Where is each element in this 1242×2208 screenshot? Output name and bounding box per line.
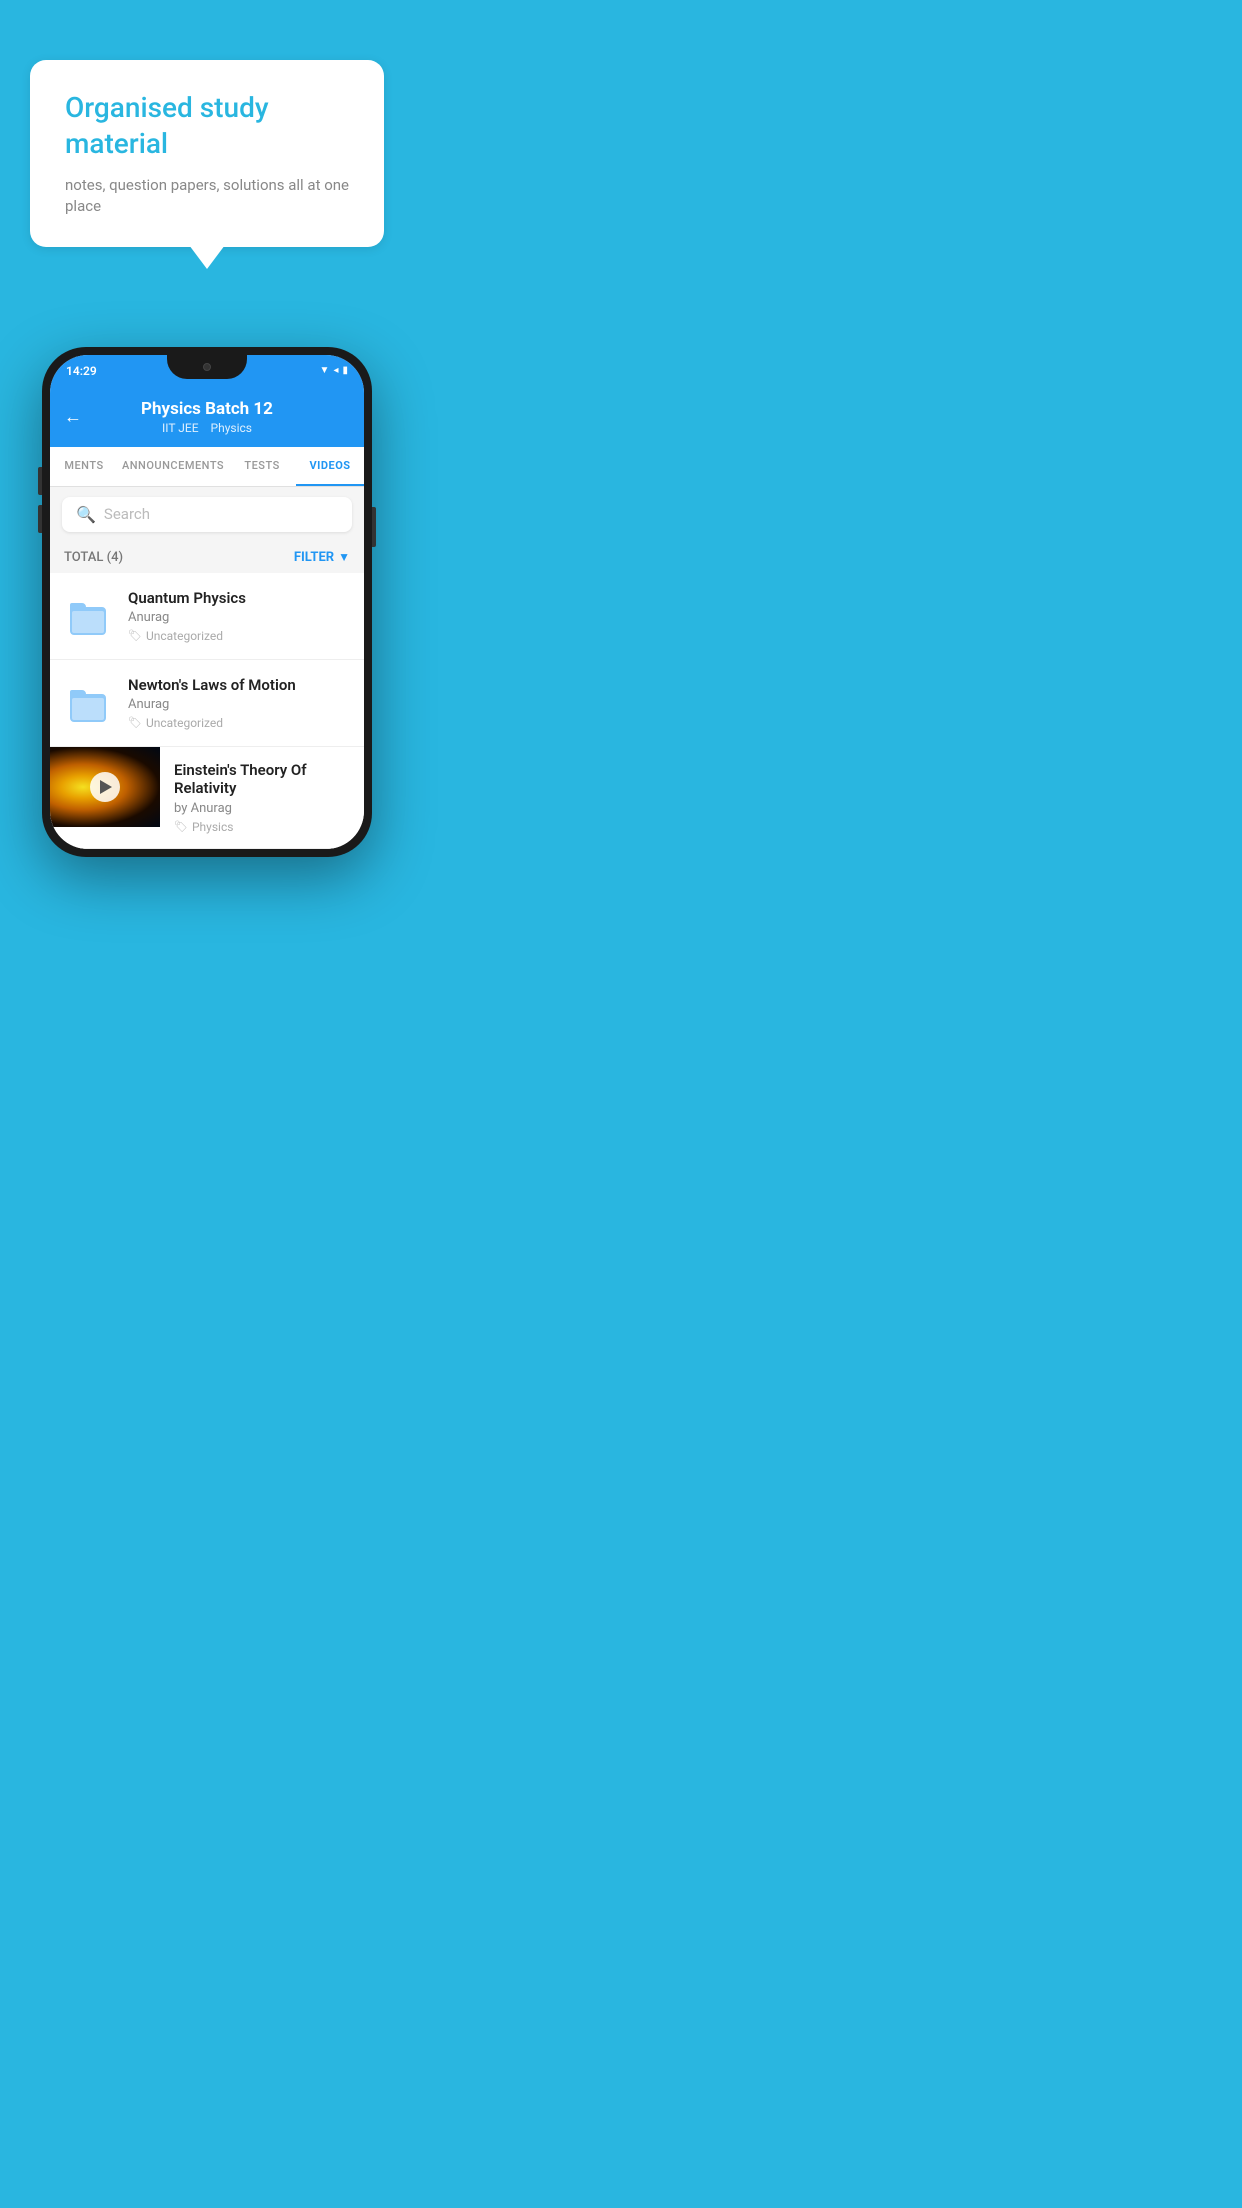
video-author-2: Anurag (128, 697, 350, 712)
subtitle-iitjee: IIT JEE (162, 421, 199, 435)
tag-icon-2: 🏷 (128, 716, 142, 729)
bubble-title: Organised study material (65, 90, 349, 163)
tag-label-3: Physics (192, 820, 233, 834)
volume-buttons (38, 467, 42, 533)
search-bar[interactable]: 🔍 Search (62, 497, 352, 532)
tab-videos[interactable]: VIDEOS (296, 447, 364, 486)
folder-front (72, 611, 104, 633)
filter-label: FILTER (294, 550, 334, 565)
tag-icon-3: 🏷 (174, 820, 188, 833)
video-tag-2: 🏷 Uncategorized (128, 716, 350, 730)
vol-down-button (38, 505, 42, 533)
play-button[interactable] (90, 772, 120, 802)
filter-button[interactable]: FILTER ▼ (294, 550, 350, 565)
filter-icon: ▼ (338, 550, 350, 564)
battery-icon: ▮ (342, 365, 348, 376)
speech-bubble: Organised study material notes, question… (30, 60, 384, 247)
video-title-1: Quantum Physics (128, 589, 350, 607)
tag-label-2: Uncategorized (146, 716, 223, 730)
status-time: 14:29 (66, 364, 97, 378)
search-icon: 🔍 (76, 505, 96, 524)
search-placeholder: Search (104, 505, 150, 523)
video-author-1: Anurag (128, 610, 350, 625)
video-title-3: Einstein's Theory Of Relativity (174, 761, 350, 797)
folder-front-2 (72, 698, 104, 720)
folder-icon-1 (70, 597, 108, 635)
folder-icon-2 (70, 684, 108, 722)
video-tag-3: 🏷 Physics (174, 820, 350, 834)
header-subtitle: IIT JEE Physics (162, 421, 252, 435)
video-icon-wrap-2 (64, 676, 114, 730)
video-item-1[interactable]: Quantum Physics Anurag 🏷 Uncategorized (50, 573, 364, 660)
video-icon-wrap-1 (64, 589, 114, 643)
video-item-2[interactable]: Newton's Laws of Motion Anurag 🏷 Uncateg… (50, 660, 364, 747)
thumbnail-wrap (50, 747, 160, 827)
power-button (372, 507, 376, 547)
status-bar: 14:29 ▼ ◂ ▮ (50, 355, 364, 387)
phone-screen: 14:29 ▼ ◂ ▮ ← Physics Batch 12 IIT JEE P… (50, 355, 364, 849)
tab-ments[interactable]: MENTS (50, 447, 118, 486)
wifi-icon: ▼ (320, 365, 330, 376)
video-info-3: Einstein's Theory Of Relativity by Anura… (160, 747, 364, 848)
video-item-3[interactable]: Einstein's Theory Of Relativity by Anura… (50, 747, 364, 849)
signal-icon: ◂ (333, 365, 338, 376)
tab-bar: MENTS ANNOUNCEMENTS TESTS VIDEOS (50, 447, 364, 487)
play-triangle-icon (100, 780, 112, 794)
filter-bar: TOTAL (4) FILTER ▼ (50, 542, 364, 573)
app-header: ← Physics Batch 12 IIT JEE Physics (50, 387, 364, 447)
status-icons: ▼ ◂ ▮ (320, 365, 348, 376)
vol-up-button (38, 467, 42, 495)
top-section: Organised study material notes, question… (0, 0, 414, 287)
video-info-2: Newton's Laws of Motion Anurag 🏷 Uncateg… (128, 676, 350, 730)
video-title-2: Newton's Laws of Motion (128, 676, 350, 694)
video-info-1: Quantum Physics Anurag 🏷 Uncategorized (128, 589, 350, 643)
phone-mockup: 14:29 ▼ ◂ ▮ ← Physics Batch 12 IIT JEE P… (42, 347, 372, 857)
camera (203, 363, 211, 371)
bubble-subtitle: notes, question papers, solutions all at… (65, 175, 349, 217)
back-button[interactable]: ← (64, 406, 82, 427)
tab-tests[interactable]: TESTS (228, 447, 296, 486)
tag-icon-1: 🏷 (128, 629, 142, 642)
video-tag-1: 🏷 Uncategorized (128, 629, 350, 643)
search-container: 🔍 Search (50, 487, 364, 542)
subtitle-physics: Physics (211, 421, 252, 435)
phone-wrapper: 14:29 ▼ ◂ ▮ ← Physics Batch 12 IIT JEE P… (0, 347, 414, 857)
thumbnail-bg (50, 747, 160, 827)
tab-announcements[interactable]: ANNOUNCEMENTS (118, 447, 228, 486)
video-author-3: by Anurag (174, 801, 350, 816)
tag-label-1: Uncategorized (146, 629, 223, 643)
total-count: TOTAL (4) (64, 550, 123, 565)
header-title: Physics Batch 12 (141, 399, 273, 419)
video-list: Quantum Physics Anurag 🏷 Uncategorized (50, 573, 364, 849)
phone-notch (167, 355, 247, 379)
